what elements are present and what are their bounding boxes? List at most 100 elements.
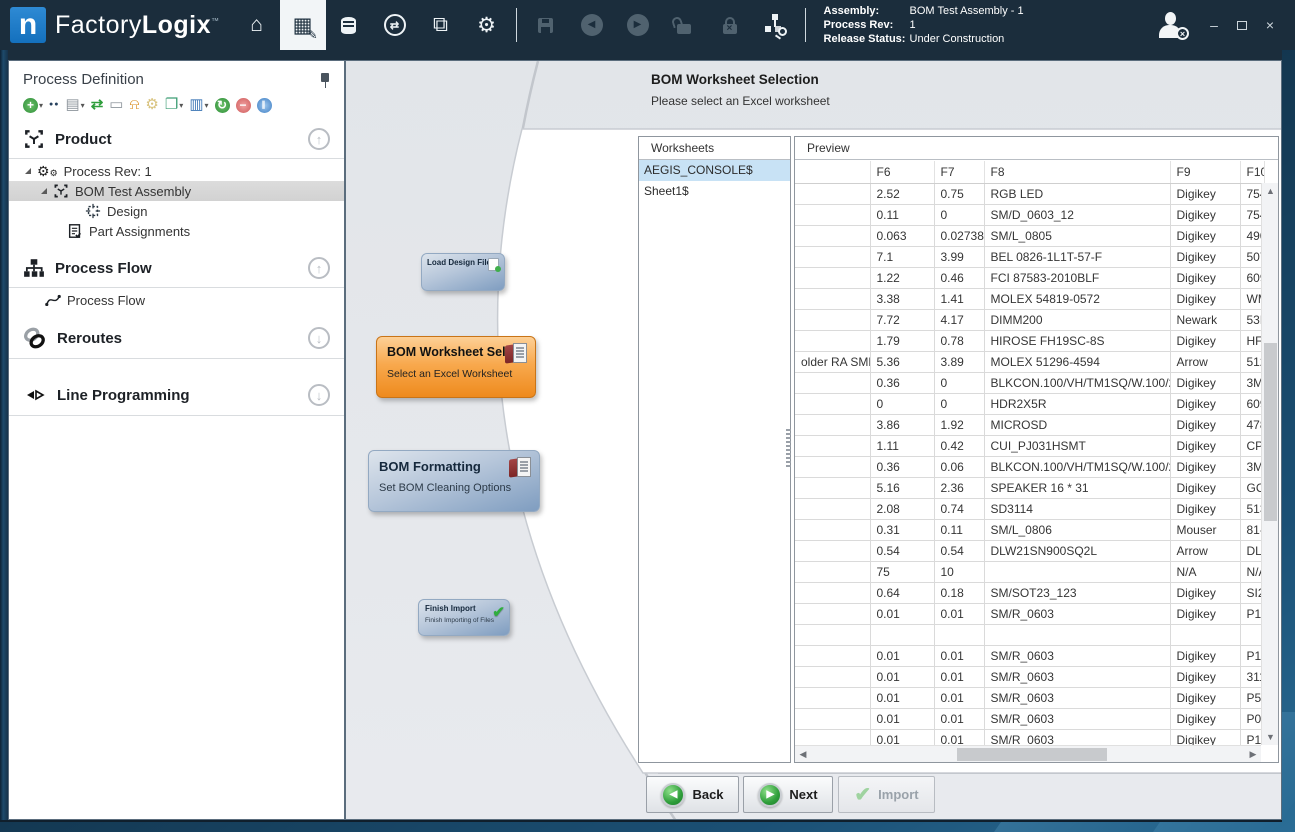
preview-cell[interactable]: older RA SMD: [795, 351, 870, 372]
preview-cell[interactable]: [984, 561, 1170, 582]
preview-cell[interactable]: [795, 225, 870, 246]
preview-cell[interactable]: SM/L_0805: [984, 225, 1170, 246]
transfer-icon[interactable]: ⇄: [372, 0, 418, 50]
section-process-flow[interactable]: Process Flow ↑: [9, 249, 344, 285]
worksheet-item[interactable]: AEGIS_CONSOLE$: [639, 160, 790, 181]
preview-cell[interactable]: 0.01: [934, 729, 984, 745]
preview-cell[interactable]: [795, 498, 870, 519]
preview-cell[interactable]: [795, 246, 870, 267]
preview-cell[interactable]: [795, 729, 870, 745]
preview-cell[interactable]: 0.64: [870, 582, 934, 603]
preview-cell[interactable]: Digikey: [1170, 330, 1240, 351]
preview-cell[interactable]: SM/R_0603: [984, 645, 1170, 666]
settings-gear-icon[interactable]: ⚙: [464, 0, 510, 50]
preview-cell[interactable]: 0.06: [934, 456, 984, 477]
logout-user-icon[interactable]: ×: [1157, 12, 1187, 38]
preview-cell[interactable]: [795, 666, 870, 687]
preview-cell[interactable]: 0.74: [934, 498, 984, 519]
preview-cell[interactable]: Digikey: [1170, 729, 1240, 745]
preview-cell[interactable]: 0.02738: [934, 225, 984, 246]
dropdown-caret-icon[interactable]: ▾: [81, 101, 85, 110]
preview-cell[interactable]: Digikey: [1170, 456, 1240, 477]
preview-cell[interactable]: 1.22: [870, 267, 934, 288]
preview-cell[interactable]: [795, 708, 870, 729]
preview-cell[interactable]: 1.79: [870, 330, 934, 351]
close-button[interactable]: ×: [1259, 14, 1281, 36]
preview-cell[interactable]: Digikey: [1170, 645, 1240, 666]
preview-cell[interactable]: Digikey: [1170, 372, 1240, 393]
preview-cell[interactable]: 0.54: [870, 540, 934, 561]
preview-cell[interactable]: MOLEX 51296-4594: [984, 351, 1170, 372]
preview-cell[interactable]: 3.38: [870, 288, 934, 309]
preview-cell[interactable]: SM/L_0806: [984, 519, 1170, 540]
preview-cell[interactable]: Digikey: [1170, 687, 1240, 708]
preview-cell[interactable]: [795, 414, 870, 435]
preview-cell[interactable]: 5.16: [870, 477, 934, 498]
remove-icon[interactable]: −: [234, 96, 253, 114]
next-button[interactable]: ▶ Next: [743, 776, 833, 813]
preview-cell[interactable]: [795, 204, 870, 225]
section-reroutes[interactable]: Reroutes ↓: [9, 318, 344, 356]
preview-cell[interactable]: 0.46: [934, 267, 984, 288]
preview-cell[interactable]: CUI_PJ031HSMT: [984, 435, 1170, 456]
preview-cell[interactable]: 0.01: [934, 666, 984, 687]
splitter-handle[interactable]: [786, 429, 791, 467]
section-product[interactable]: Product ↑: [9, 120, 344, 156]
preview-cell[interactable]: BLKCON.100/VH/TM1SQ/W.100/2: [984, 456, 1170, 477]
preview-cell[interactable]: 0.75: [934, 183, 984, 204]
preview-cell[interactable]: [984, 624, 1170, 645]
database-icon[interactable]: ▥▾: [187, 96, 210, 114]
preview-cell[interactable]: 0.54: [934, 540, 984, 561]
preview-cell[interactable]: 0.31: [870, 519, 934, 540]
import-button[interactable]: ✔ Import: [838, 776, 935, 813]
preview-cell[interactable]: 7.72: [870, 309, 934, 330]
redo-icon[interactable]: ▶: [615, 0, 661, 50]
dropdown-caret-icon[interactable]: ▾: [205, 101, 209, 110]
preview-cell[interactable]: Newark: [1170, 309, 1240, 330]
preview-cell[interactable]: 0.01: [934, 603, 984, 624]
scroll-up-icon[interactable]: ▲: [1262, 183, 1279, 199]
preview-cell[interactable]: 0.063: [870, 225, 934, 246]
bell-icon[interactable]: ⍾: [127, 96, 141, 114]
scroll-left-icon[interactable]: ◀: [795, 746, 811, 763]
preview-cell[interactable]: BLKCON.100/VH/TM1SQ/W.100/2: [984, 372, 1170, 393]
preview-cell[interactable]: Arrow: [1170, 540, 1240, 561]
process-definition-icon[interactable]: ▦✎: [280, 0, 326, 50]
expander-icon[interactable]: [41, 188, 47, 194]
preview-cell[interactable]: 7.1: [870, 246, 934, 267]
preview-cell[interactable]: SPEAKER 16 * 31: [984, 477, 1170, 498]
expand-down-icon[interactable]: ↓: [308, 384, 330, 406]
preview-cell[interactable]: [795, 393, 870, 414]
preview-cell[interactable]: 1.92: [934, 414, 984, 435]
preview-cell[interactable]: [870, 624, 934, 645]
preview-cell[interactable]: 0.11: [934, 519, 984, 540]
preview-cell[interactable]: Digikey: [1170, 225, 1240, 246]
preview-cell[interactable]: HDR2X5R: [984, 393, 1170, 414]
wizard-step-bom-worksheet-selection[interactable]: BOM Worksheet Sel... Select an Excel Wor…: [376, 336, 536, 398]
preview-cell[interactable]: BEL 0826-1L1T-57-F: [984, 246, 1170, 267]
preview-cell[interactable]: 0.01: [870, 729, 934, 745]
preview-cell[interactable]: [795, 267, 870, 288]
preview-cell[interactable]: MOLEX 54819-0572: [984, 288, 1170, 309]
material-feeder-icon[interactable]: [326, 0, 372, 50]
preview-cell[interactable]: [795, 288, 870, 309]
preview-cell[interactable]: 5.36: [870, 351, 934, 372]
preview-cell[interactable]: [795, 540, 870, 561]
back-button[interactable]: ◀ Back: [646, 776, 739, 813]
preview-cell[interactable]: 0.18: [934, 582, 984, 603]
preview-cell[interactable]: SM/R_0603: [984, 729, 1170, 745]
dropdown-caret-icon[interactable]: ▾: [39, 101, 43, 110]
tree-item-process-rev[interactable]: ⚙⚙ Process Rev: 1: [9, 161, 344, 181]
preview-cell[interactable]: SM/R_0603: [984, 708, 1170, 729]
preview-cell[interactable]: Digikey: [1170, 666, 1240, 687]
minimize-button[interactable]: –: [1203, 14, 1225, 36]
expander-icon[interactable]: [25, 168, 31, 174]
preview-cell[interactable]: 4.17: [934, 309, 984, 330]
lock-cancel-icon[interactable]: ×: [707, 0, 753, 50]
preview-cell[interactable]: [795, 624, 870, 645]
preview-cell[interactable]: 0.01: [870, 666, 934, 687]
preview-cell[interactable]: 3.86: [870, 414, 934, 435]
find-icon[interactable]: ●●: [47, 96, 61, 114]
preview-cell[interactable]: [795, 456, 870, 477]
tree-item-process-flow[interactable]: Process Flow: [9, 290, 344, 310]
